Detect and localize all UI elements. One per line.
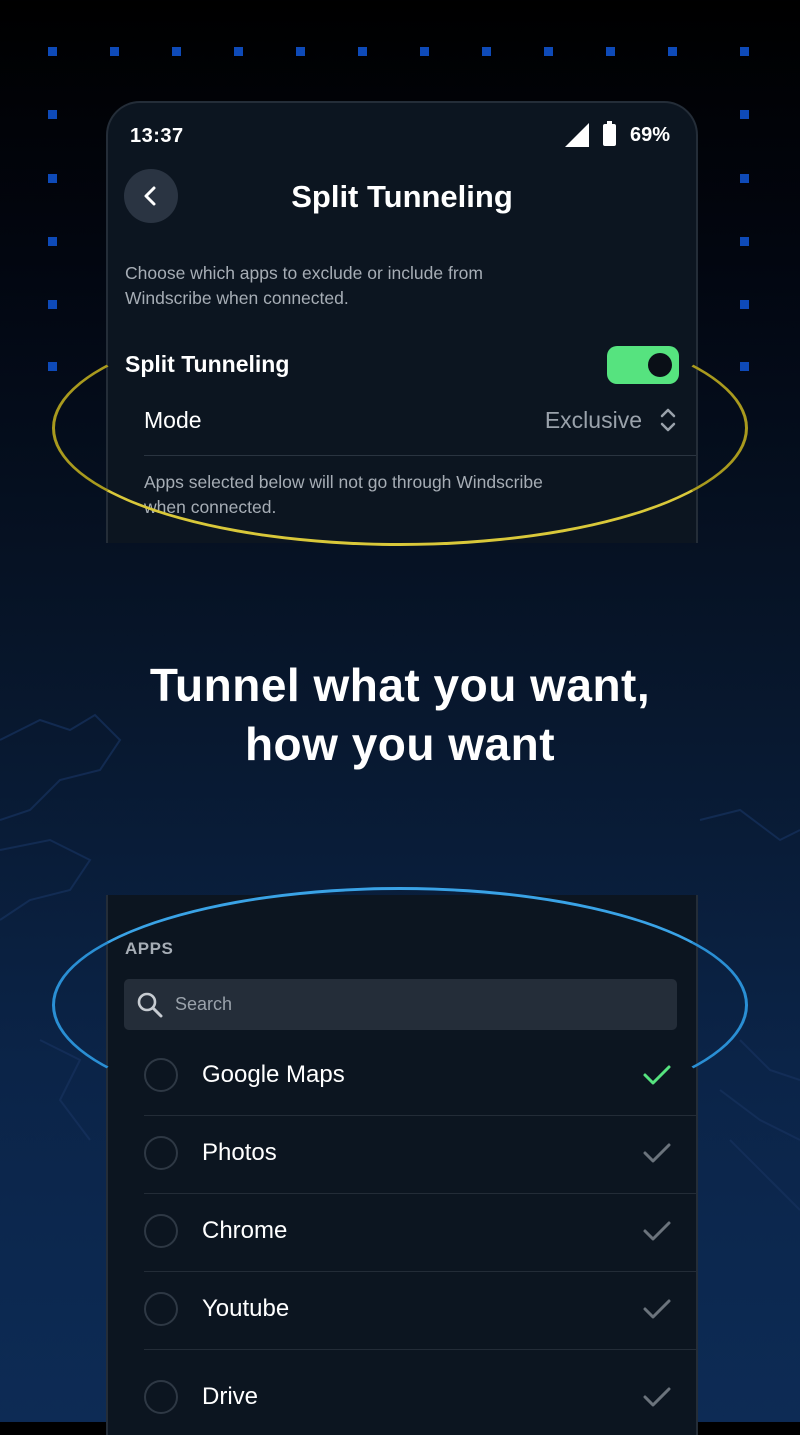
app-radio[interactable] [144,1380,178,1414]
app-name: Chrome [202,1217,288,1244]
split-tunneling-toggle[interactable] [607,346,679,384]
decorative-dot [48,300,57,309]
app-row-drive[interactable]: Drive [144,1360,696,1435]
check-icon [643,1387,671,1407]
decorative-dot [48,110,57,119]
decorative-dot [740,300,749,309]
mode-value: Exclusive [544,407,642,433]
decorative-dot [668,47,677,56]
search-icon [137,992,163,1018]
headline-line-1: Tunnel what you want, [149,659,651,711]
mode-label: Mode [144,407,202,433]
apps-section-label: APPS [125,939,174,958]
app-row-photos[interactable]: Photos [144,1116,696,1194]
split-tunneling-description: Choose which apps to exclude or include … [125,263,483,308]
app-radio[interactable] [144,1058,178,1092]
app-radio[interactable] [144,1136,178,1170]
decorative-dot [234,47,243,56]
battery-icon [602,121,616,146]
decorative-dot [358,47,367,56]
decorative-dot [48,362,57,371]
decorative-dot [544,47,553,56]
toggle-knob [648,353,672,377]
decorative-dot [172,47,181,56]
app-name: Youtube [202,1295,290,1322]
app-name: Photos [202,1139,277,1166]
split-tunneling-label: Split Tunneling [125,351,290,377]
decorative-dot [48,47,57,56]
check-icon [643,1065,671,1085]
phone-screen-top: 13:37 69% Split Tunneling Choose which a… [106,101,698,543]
decorative-dot [606,47,615,56]
decorative-dot [740,110,749,119]
status-time: 13:37 [130,125,184,147]
app-name: Drive [202,1383,259,1410]
signal-icon [564,123,589,147]
search-input[interactable]: Search [124,979,677,1030]
check-icon [643,1299,671,1319]
app-row-google-maps[interactable]: Google Maps [144,1038,696,1116]
check-icon [643,1221,671,1241]
decorative-dot [48,237,57,246]
check-icon [643,1143,671,1163]
app-row-youtube[interactable]: Youtube [144,1272,696,1350]
decorative-dot [296,47,305,56]
app-radio[interactable] [144,1292,178,1326]
page-title: Split Tunneling [291,179,513,214]
app-radio[interactable] [144,1214,178,1248]
phone-screen-bottom: APPS Search Google Maps Photos Chrome Yo… [106,895,698,1435]
status-indicators: 69% [564,121,670,147]
decorative-dot [482,47,491,56]
mode-note: Apps selected below will not go through … [144,472,543,517]
decorative-dot [740,174,749,183]
decorative-dot [740,47,749,56]
headline: Tunnel what you want, how you want [0,656,800,774]
decorative-dot [420,47,429,56]
search-placeholder: Search [175,994,233,1014]
up-down-chevron-icon [660,408,676,432]
battery-percentage: 69% [629,123,670,146]
app-row-chrome[interactable]: Chrome [144,1194,696,1272]
decorative-dot [740,362,749,371]
decorative-dot [740,237,749,246]
app-name: Google Maps [202,1061,345,1088]
headline-line-2: how you want [244,718,556,770]
decorative-dot [48,174,57,183]
mode-selector[interactable]: Mode Exclusive [144,399,696,456]
decorative-dot [110,47,119,56]
status-bar: 13:37 69% [108,103,696,163]
